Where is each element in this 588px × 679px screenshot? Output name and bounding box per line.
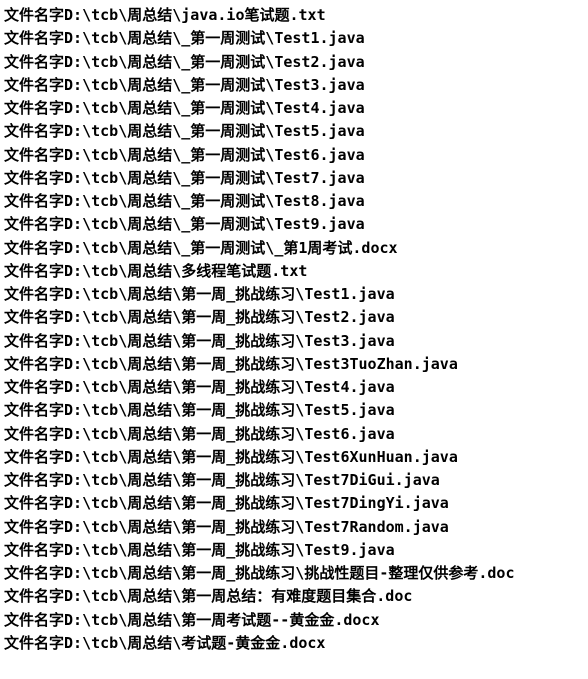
output-line: 文件名字D:\tcb\周总结\_第一周测试\Test1.java xyxy=(4,27,584,50)
file-path: D:\tcb\周总结\_第一周测试\Test3.java xyxy=(64,76,365,94)
line-prefix: 文件名字 xyxy=(4,262,64,280)
line-prefix: 文件名字 xyxy=(4,122,64,140)
line-prefix: 文件名字 xyxy=(4,634,64,652)
output-line: 文件名字D:\tcb\周总结\第一周_挑战练习\Test3TuoZhan.jav… xyxy=(4,353,584,376)
output-line: 文件名字D:\tcb\周总结\_第一周测试\Test9.java xyxy=(4,213,584,236)
line-prefix: 文件名字 xyxy=(4,355,64,373)
line-prefix: 文件名字 xyxy=(4,471,64,489)
file-path: D:\tcb\周总结\_第一周测试\Test4.java xyxy=(64,99,365,117)
file-path: D:\tcb\周总结\第一周考试题--黄金金.docx xyxy=(64,611,379,629)
file-path: D:\tcb\周总结\第一周总结：有难度题目集合.doc xyxy=(64,587,412,605)
file-path: D:\tcb\周总结\第一周_挑战练习\Test9.java xyxy=(64,541,395,559)
file-path: D:\tcb\周总结\多线程笔试题.txt xyxy=(64,262,307,280)
file-path: D:\tcb\周总结\java.io笔试题.txt xyxy=(64,6,326,24)
line-prefix: 文件名字 xyxy=(4,587,64,605)
output-line: 文件名字D:\tcb\周总结\_第一周测试\Test5.java xyxy=(4,120,584,143)
file-path: D:\tcb\周总结\第一周_挑战练习\Test6XunHuan.java xyxy=(64,448,458,466)
output-line: 文件名字D:\tcb\周总结\第一周_挑战练习\Test7DingYi.java xyxy=(4,492,584,515)
file-path: D:\tcb\周总结\第一周_挑战练习\Test7DingYi.java xyxy=(64,494,449,512)
output-line: 文件名字D:\tcb\周总结\_第一周测试\Test6.java xyxy=(4,144,584,167)
output-line: 文件名字D:\tcb\周总结\第一周_挑战练习\Test9.java xyxy=(4,539,584,562)
output-line: 文件名字D:\tcb\周总结\第一周总结：有难度题目集合.doc xyxy=(4,585,584,608)
line-prefix: 文件名字 xyxy=(4,215,64,233)
output-line: 文件名字D:\tcb\周总结\第一周_挑战练习\Test7DiGui.java xyxy=(4,469,584,492)
file-path: D:\tcb\周总结\_第一周测试\_第1周考试.docx xyxy=(64,239,398,257)
file-path: D:\tcb\周总结\_第一周测试\Test6.java xyxy=(64,146,365,164)
file-path: D:\tcb\周总结\_第一周测试\Test9.java xyxy=(64,215,365,233)
line-prefix: 文件名字 xyxy=(4,29,64,47)
output-line: 文件名字D:\tcb\周总结\_第一周测试\Test7.java xyxy=(4,167,584,190)
line-prefix: 文件名字 xyxy=(4,169,64,187)
output-line: 文件名字D:\tcb\周总结\第一周_挑战练习\Test1.java xyxy=(4,283,584,306)
line-prefix: 文件名字 xyxy=(4,6,64,24)
file-path: D:\tcb\周总结\_第一周测试\Test1.java xyxy=(64,29,365,47)
output-line: 文件名字D:\tcb\周总结\java.io笔试题.txt xyxy=(4,4,584,27)
line-prefix: 文件名字 xyxy=(4,146,64,164)
output-line: 文件名字D:\tcb\周总结\第一周_挑战练习\Test5.java xyxy=(4,399,584,422)
output-line: 文件名字D:\tcb\周总结\_第一周测试\Test3.java xyxy=(4,74,584,97)
output-line: 文件名字D:\tcb\周总结\_第一周测试\Test8.java xyxy=(4,190,584,213)
line-prefix: 文件名字 xyxy=(4,518,64,536)
line-prefix: 文件名字 xyxy=(4,285,64,303)
file-path: D:\tcb\周总结\_第一周测试\Test2.java xyxy=(64,53,365,71)
line-prefix: 文件名字 xyxy=(4,239,64,257)
output-line: 文件名字D:\tcb\周总结\第一周考试题--黄金金.docx xyxy=(4,609,584,632)
output-line: 文件名字D:\tcb\周总结\第一周_挑战练习\Test2.java xyxy=(4,306,584,329)
output-line: 文件名字D:\tcb\周总结\第一周_挑战练习\Test6XunHuan.jav… xyxy=(4,446,584,469)
file-path: D:\tcb\周总结\第一周_挑战练习\Test4.java xyxy=(64,378,395,396)
line-prefix: 文件名字 xyxy=(4,76,64,94)
line-prefix: 文件名字 xyxy=(4,611,64,629)
line-prefix: 文件名字 xyxy=(4,425,64,443)
output-line: 文件名字D:\tcb\周总结\第一周_挑战练习\Test7Random.java xyxy=(4,516,584,539)
line-prefix: 文件名字 xyxy=(4,494,64,512)
output-line: 文件名字D:\tcb\周总结\_第一周测试\Test4.java xyxy=(4,97,584,120)
file-path: D:\tcb\周总结\_第一周测试\Test5.java xyxy=(64,122,365,140)
output-line: 文件名字D:\tcb\周总结\考试题-黄金金.docx xyxy=(4,632,584,655)
file-path: D:\tcb\周总结\第一周_挑战练习\Test7DiGui.java xyxy=(64,471,440,489)
file-path: D:\tcb\周总结\第一周_挑战练习\Test1.java xyxy=(64,285,395,303)
file-path: D:\tcb\周总结\第一周_挑战练习\挑战性题目-整理仅供参考.doc xyxy=(64,564,514,582)
file-path: D:\tcb\周总结\第一周_挑战练习\Test7Random.java xyxy=(64,518,449,536)
output-line: 文件名字D:\tcb\周总结\第一周_挑战练习\Test6.java xyxy=(4,423,584,446)
output-line: 文件名字D:\tcb\周总结\第一周_挑战练习\挑战性题目-整理仅供参考.doc xyxy=(4,562,584,585)
line-prefix: 文件名字 xyxy=(4,308,64,326)
output-line: 文件名字D:\tcb\周总结\_第一周测试\Test2.java xyxy=(4,51,584,74)
line-prefix: 文件名字 xyxy=(4,401,64,419)
output-line: 文件名字D:\tcb\周总结\第一周_挑战练习\Test4.java xyxy=(4,376,584,399)
line-prefix: 文件名字 xyxy=(4,378,64,396)
file-path: D:\tcb\周总结\_第一周测试\Test8.java xyxy=(64,192,365,210)
output-line: 文件名字D:\tcb\周总结\_第一周测试\_第1周考试.docx xyxy=(4,237,584,260)
file-path: D:\tcb\周总结\第一周_挑战练习\Test3.java xyxy=(64,332,395,350)
line-prefix: 文件名字 xyxy=(4,541,64,559)
line-prefix: 文件名字 xyxy=(4,332,64,350)
line-prefix: 文件名字 xyxy=(4,53,64,71)
line-prefix: 文件名字 xyxy=(4,99,64,117)
file-path: D:\tcb\周总结\_第一周测试\Test7.java xyxy=(64,169,365,187)
line-prefix: 文件名字 xyxy=(4,564,64,582)
file-path: D:\tcb\周总结\第一周_挑战练习\Test2.java xyxy=(64,308,395,326)
file-path: D:\tcb\周总结\第一周_挑战练习\Test3TuoZhan.java xyxy=(64,355,458,373)
line-prefix: 文件名字 xyxy=(4,192,64,210)
file-path: D:\tcb\周总结\第一周_挑战练习\Test6.java xyxy=(64,425,395,443)
file-path: D:\tcb\周总结\第一周_挑战练习\Test5.java xyxy=(64,401,395,419)
file-path: D:\tcb\周总结\考试题-黄金金.docx xyxy=(64,634,325,652)
line-prefix: 文件名字 xyxy=(4,448,64,466)
output-line: 文件名字D:\tcb\周总结\多线程笔试题.txt xyxy=(4,260,584,283)
console-output: 文件名字D:\tcb\周总结\java.io笔试题.txt文件名字D:\tcb\… xyxy=(4,4,584,655)
output-line: 文件名字D:\tcb\周总结\第一周_挑战练习\Test3.java xyxy=(4,330,584,353)
